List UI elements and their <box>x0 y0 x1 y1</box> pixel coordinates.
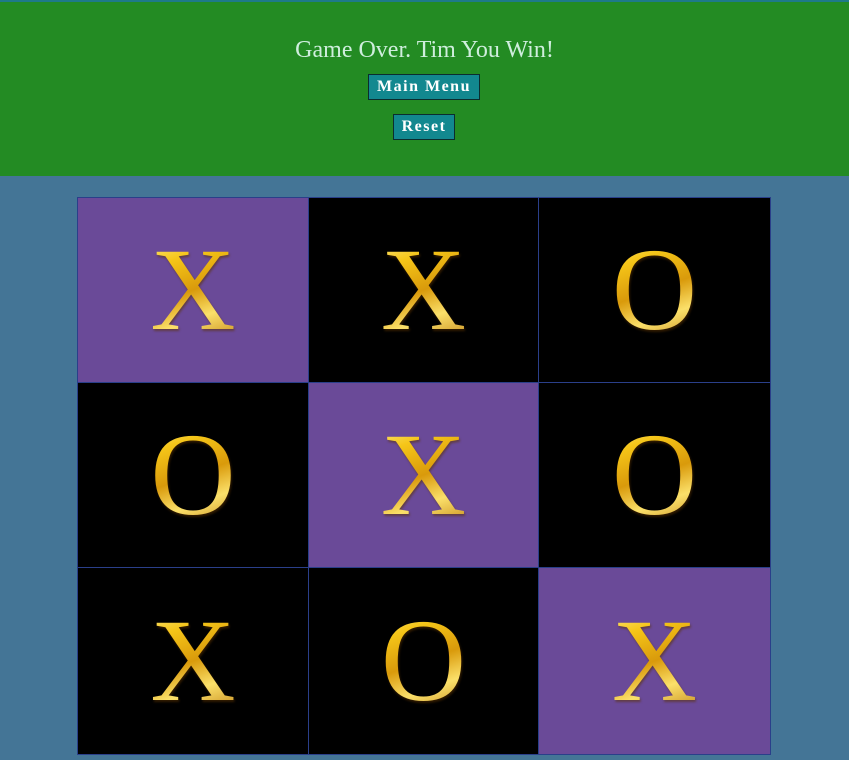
cell-mark: X <box>150 595 236 726</box>
cell-mark: X <box>380 224 467 355</box>
game-board: X X O O X O X O X <box>77 197 771 755</box>
cell-mark: X <box>380 409 467 540</box>
cell-mark: X <box>150 224 236 355</box>
board-cell-7[interactable]: X <box>78 568 309 754</box>
board-cell-2[interactable]: X <box>309 198 539 383</box>
header-bar: Game Over. Tim You Win! Main Menu Reset <box>0 0 849 176</box>
cell-mark: O <box>611 224 698 355</box>
cell-mark: O <box>380 595 467 726</box>
reset-button[interactable]: Reset <box>393 114 455 140</box>
cell-mark: O <box>611 409 698 540</box>
board-cell-5[interactable]: X <box>309 383 539 568</box>
main-menu-button[interactable]: Main Menu <box>368 74 480 100</box>
board-cell-4[interactable]: O <box>78 383 309 568</box>
cell-mark: O <box>150 409 236 540</box>
board-cell-3[interactable]: O <box>539 198 770 383</box>
board-cell-9[interactable]: X <box>539 568 770 754</box>
board-cell-6[interactable]: O <box>539 383 770 568</box>
cell-mark: X <box>611 595 698 726</box>
board-cell-8[interactable]: O <box>309 568 539 754</box>
board-cell-1[interactable]: X <box>78 198 309 383</box>
game-status-message: Game Over. Tim You Win! <box>295 37 554 63</box>
